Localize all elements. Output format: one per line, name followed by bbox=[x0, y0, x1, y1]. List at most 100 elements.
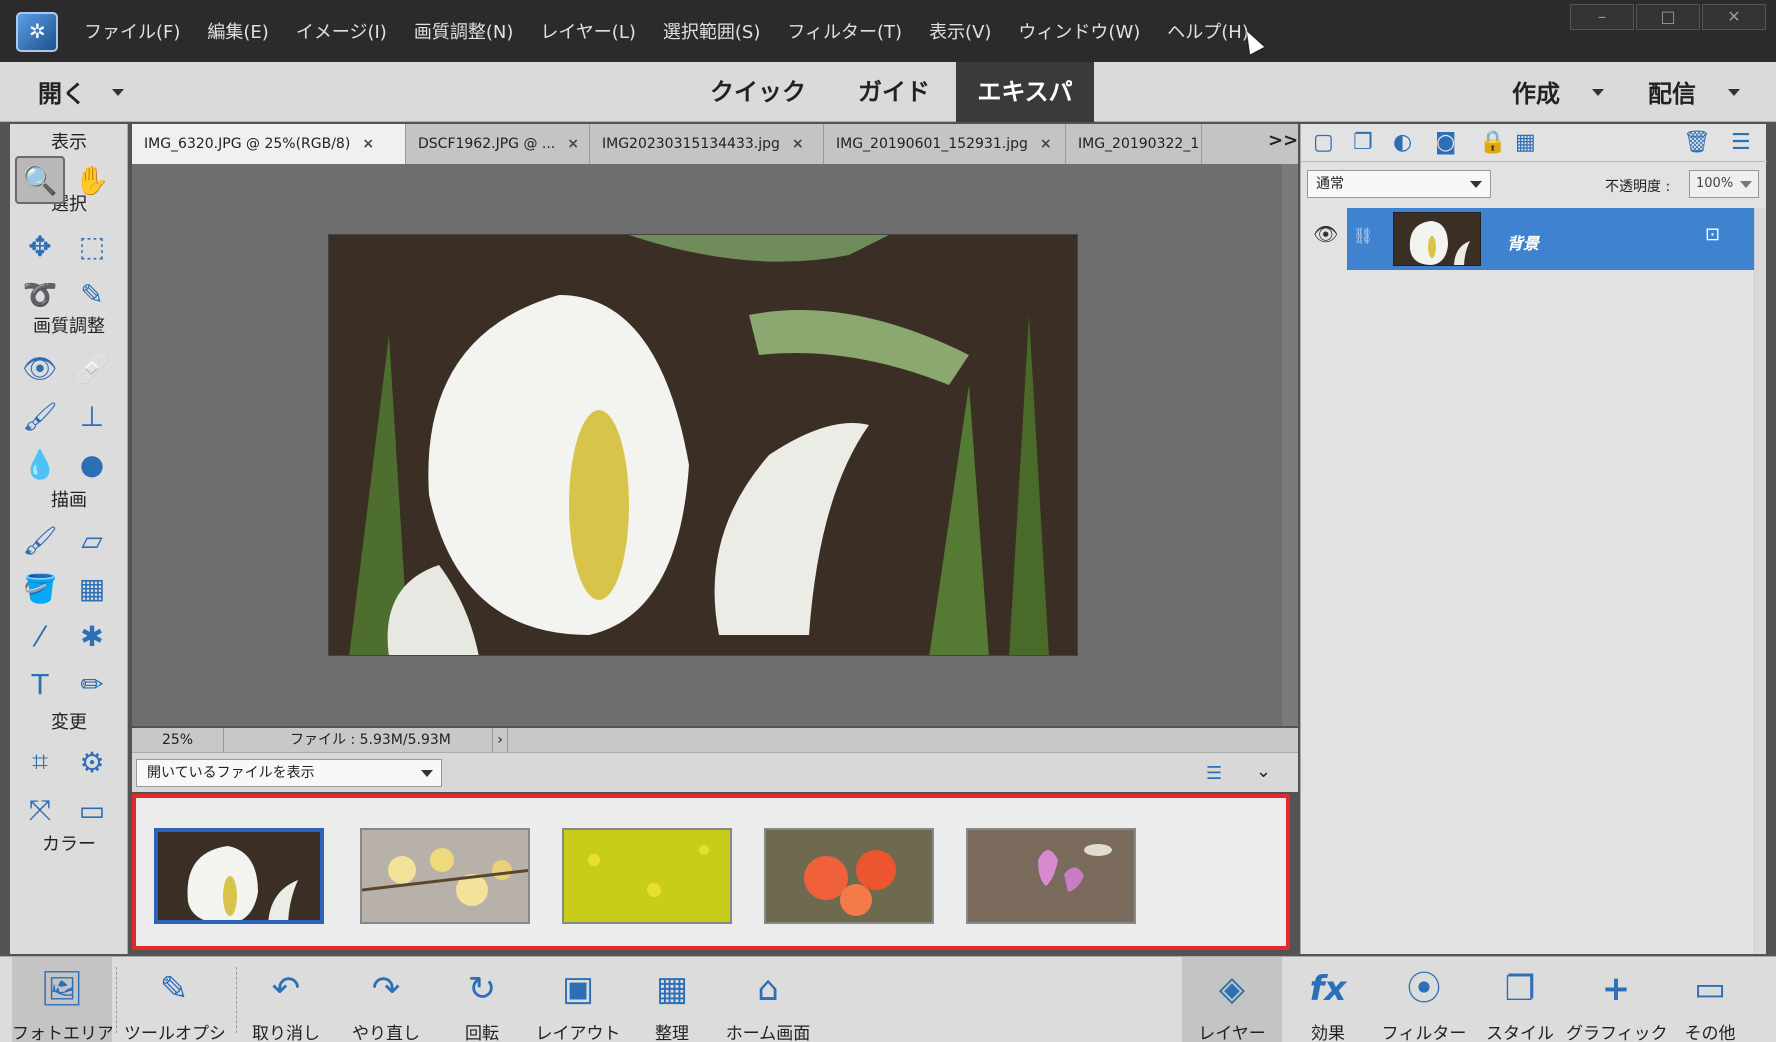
sponge-tool[interactable]: ● bbox=[67, 440, 117, 488]
filters-button[interactable]: ⦿ フィルター bbox=[1374, 957, 1474, 1042]
bin-thumb-4[interactable] bbox=[764, 828, 934, 924]
recompose-tool[interactable]: ⚙ bbox=[67, 738, 117, 786]
menu-help[interactable]: ヘルプ(H) bbox=[1167, 18, 1249, 44]
menu-layer[interactable]: レイヤー(L) bbox=[540, 18, 636, 44]
pencil-tool[interactable]: ✏ bbox=[67, 660, 117, 708]
custom-shape-tool[interactable]: ✱ bbox=[67, 612, 117, 660]
photo-bin-source-select[interactable]: 開いているファイルを表示 bbox=[136, 759, 442, 787]
layer-name[interactable]: 背景 bbox=[1507, 230, 1539, 254]
create-button[interactable]: 作成 bbox=[1512, 74, 1560, 109]
tab-guide[interactable]: ガイド bbox=[848, 62, 940, 122]
adjustment-layer-icon[interactable]: ◐ bbox=[1393, 130, 1412, 155]
menu-filter[interactable]: フィルター(T) bbox=[787, 18, 902, 44]
brush-tool[interactable]: 🖌 bbox=[15, 516, 65, 564]
photo-bin-menu-icon[interactable]: ☰ bbox=[1206, 763, 1222, 784]
straighten-tool[interactable]: ▭ bbox=[67, 786, 117, 834]
graphics-button[interactable]: + グラフィック bbox=[1566, 957, 1666, 1042]
blur-tool[interactable]: 💧 bbox=[15, 440, 65, 488]
close-tab-icon[interactable]: × bbox=[1040, 136, 1052, 152]
layout-button[interactable]: ▣ レイアウト bbox=[528, 957, 628, 1042]
create-dropdown-icon[interactable] bbox=[1592, 89, 1604, 96]
marquee-tool[interactable]: ⬚ bbox=[67, 222, 117, 270]
open-dropdown-icon[interactable] bbox=[112, 89, 124, 96]
menu-select[interactable]: 選択範囲(S) bbox=[663, 18, 760, 44]
layer-link-icon[interactable]: ⛓ bbox=[1353, 226, 1373, 245]
menu-window[interactable]: ウィンドウ(W) bbox=[1018, 18, 1140, 44]
close-tab-icon[interactable]: × bbox=[792, 136, 804, 152]
document-image[interactable] bbox=[328, 234, 1078, 656]
close-window-button[interactable]: ✕ bbox=[1702, 4, 1766, 30]
menu-file[interactable]: ファイル(F) bbox=[84, 18, 180, 44]
close-tab-icon[interactable]: × bbox=[567, 136, 579, 152]
lock-all-icon[interactable]: 🔒 bbox=[1479, 130, 1506, 155]
menu-view[interactable]: 表示(V) bbox=[929, 18, 991, 44]
quick-selection-tool[interactable]: ✎ bbox=[67, 270, 117, 318]
red-eye-tool[interactable]: 👁 bbox=[15, 344, 65, 392]
tab-quick[interactable]: クイック bbox=[700, 62, 816, 122]
paint-bucket-tool[interactable]: 🪣 bbox=[15, 564, 65, 612]
minimize-button[interactable]: – bbox=[1570, 4, 1634, 30]
status-menu-arrow-icon[interactable]: › bbox=[492, 728, 508, 752]
content-aware-move-tool[interactable]: ⤧ bbox=[15, 786, 65, 834]
doc-tab-1[interactable]: IMG_6320.JPG @ 25%(RGB/8) × bbox=[132, 124, 406, 164]
bin-thumb-5[interactable] bbox=[966, 828, 1136, 924]
redo-button[interactable]: ↷ やり直し bbox=[336, 957, 436, 1042]
styles-button[interactable]: ❐ スタイル bbox=[1470, 957, 1570, 1042]
doc-tab-5[interactable]: IMG_20190322_1 bbox=[1066, 124, 1202, 164]
layers-button[interactable]: ◈ レイヤー bbox=[1182, 957, 1282, 1042]
hand-tool[interactable]: ✋ bbox=[67, 156, 117, 204]
more-button[interactable]: ▭ その他 bbox=[1660, 957, 1760, 1042]
undo-label: 取り消し bbox=[252, 1024, 320, 1042]
zoom-tool[interactable]: 🔍 bbox=[15, 156, 65, 204]
organizer-button[interactable]: ▦ 整理 bbox=[622, 957, 722, 1042]
tab-expert[interactable]: エキスパート bbox=[956, 62, 1094, 166]
share-button[interactable]: 配信 bbox=[1648, 74, 1696, 109]
spot-healing-tool[interactable]: 🩹 bbox=[67, 344, 117, 392]
rotate-button[interactable]: ↻ 回転 bbox=[432, 957, 532, 1042]
doc-tab-2[interactable]: DSCF1962.JPG @ ... × bbox=[406, 124, 590, 164]
menu-enhance[interactable]: 画質調整(N) bbox=[414, 18, 514, 44]
canvas-vertical-scrollbar[interactable] bbox=[1282, 164, 1298, 726]
bin-thumb-3[interactable] bbox=[562, 828, 732, 924]
tool-options-button[interactable]: ✎ ツールオプシ... bbox=[124, 957, 224, 1042]
bin-thumb-2[interactable] bbox=[360, 828, 530, 924]
menu-image[interactable]: イメージ(I) bbox=[296, 18, 387, 44]
blend-mode-select[interactable]: 通常 bbox=[1307, 170, 1491, 198]
layer-locked-icon[interactable]: ⊡ bbox=[1705, 224, 1720, 245]
gradient-tool[interactable]: ▦ bbox=[67, 564, 117, 612]
undo-button[interactable]: ↶ 取り消し bbox=[236, 957, 336, 1042]
zoom-level-field[interactable]: 25% bbox=[132, 728, 224, 752]
layer-visibility-eye-icon[interactable]: 👁 bbox=[1313, 222, 1338, 246]
maximize-button[interactable]: □ bbox=[1636, 4, 1700, 30]
lasso-tool[interactable]: ➰ bbox=[15, 270, 65, 318]
bin-thumb-1[interactable] bbox=[154, 828, 324, 924]
layers-scrollbar[interactable] bbox=[1754, 208, 1766, 954]
doc-tab-3[interactable]: IMG20230315134433.jpg × bbox=[590, 124, 824, 164]
opacity-field[interactable]: 100% bbox=[1689, 170, 1759, 198]
new-layer-icon[interactable]: ▢ bbox=[1313, 130, 1334, 155]
app-logo-icon[interactable] bbox=[16, 12, 58, 52]
doc-tab-4[interactable]: IMG_20190601_152931.jpg × bbox=[824, 124, 1066, 164]
effects-button[interactable]: fx 効果 bbox=[1278, 957, 1378, 1042]
home-screen-button[interactable]: ⌂ ホーム画面 bbox=[718, 957, 818, 1042]
smart-brush-tool[interactable]: 🖌 bbox=[15, 392, 65, 440]
crop-tool[interactable]: ⌗ bbox=[15, 738, 65, 786]
photo-bin-button[interactable]: 🖼 フォトエリア bbox=[12, 957, 112, 1042]
new-group-icon[interactable]: ❐ bbox=[1353, 130, 1373, 155]
delete-layer-icon[interactable]: 🗑 bbox=[1683, 130, 1711, 155]
skunk-cabbage-photo bbox=[329, 235, 1077, 655]
layer-mask-icon[interactable]: ◙ bbox=[1435, 130, 1456, 155]
eyedropper-tool[interactable]: ⁄ bbox=[15, 612, 65, 660]
move-tool[interactable]: ✥ bbox=[15, 222, 65, 270]
eraser-tool[interactable]: ▱ bbox=[67, 516, 117, 564]
clone-stamp-tool[interactable]: ⊥ bbox=[67, 392, 117, 440]
lock-transparent-icon[interactable]: ▦ bbox=[1515, 130, 1536, 155]
collapse-bin-icon[interactable]: ⌄ bbox=[1256, 761, 1271, 782]
menu-edit[interactable]: 編集(E) bbox=[207, 18, 268, 44]
more-tabs-button[interactable]: >> bbox=[1268, 130, 1298, 151]
close-tab-icon[interactable]: × bbox=[362, 136, 374, 152]
share-dropdown-icon[interactable] bbox=[1728, 89, 1740, 96]
type-tool[interactable]: T bbox=[15, 660, 65, 708]
layers-panel-menu-icon[interactable]: ☰ bbox=[1731, 130, 1751, 155]
open-button[interactable]: 開く bbox=[38, 74, 86, 109]
